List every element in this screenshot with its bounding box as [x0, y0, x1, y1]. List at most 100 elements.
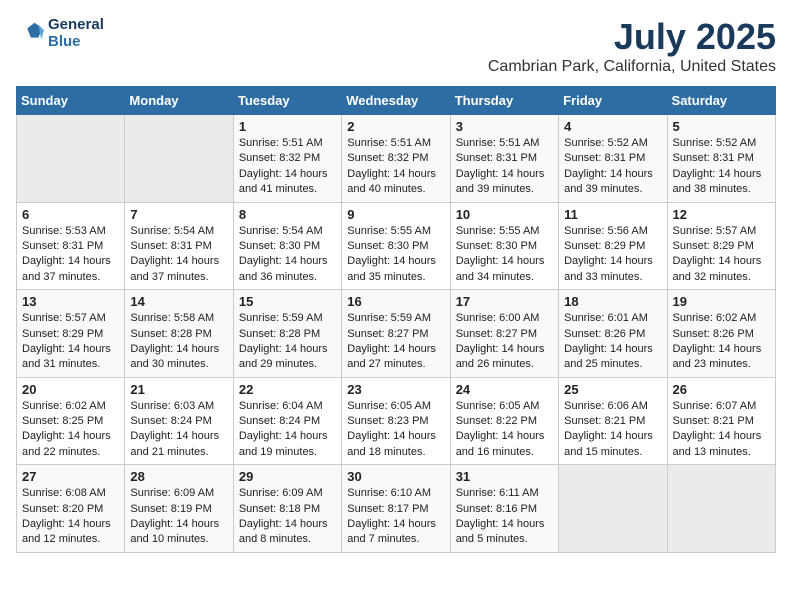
day-number: 31	[456, 469, 553, 484]
day-info: Sunrise: 5:53 AM Sunset: 8:31 PM Dayligh…	[22, 224, 119, 286]
calendar-cell: 18Sunrise: 6:01 AM Sunset: 8:26 PM Dayli…	[559, 290, 667, 378]
day-info: Sunrise: 6:04 AM Sunset: 8:24 PM Dayligh…	[239, 399, 336, 461]
day-info: Sunrise: 6:01 AM Sunset: 8:26 PM Dayligh…	[564, 311, 661, 373]
day-number: 26	[673, 382, 770, 397]
day-info: Sunrise: 5:51 AM Sunset: 8:32 PM Dayligh…	[347, 136, 444, 198]
calendar-cell: 14Sunrise: 5:58 AM Sunset: 8:28 PM Dayli…	[125, 290, 233, 378]
calendar-cell: 23Sunrise: 6:05 AM Sunset: 8:23 PM Dayli…	[342, 377, 450, 465]
calendar-week-row: 20 Sunrise: 6:02 AM Sunset: 8:25 PM Dayli…	[17, 377, 776, 465]
header: General Blue July 2025 Cambrian Park, Ca…	[16, 16, 776, 76]
day-number: 23	[347, 382, 444, 397]
day-number: 9	[347, 207, 444, 222]
calendar-cell: 28 Sunrise: 6:09 AM Sunset: 8:19 PM Dayli…	[125, 465, 233, 553]
day-info: Sunrise: 6:06 AM Sunset: 8:21 PM Dayligh…	[564, 399, 661, 461]
weekday-header: Sunday	[17, 87, 125, 115]
calendar-cell	[125, 115, 233, 203]
day-number: 5	[673, 119, 770, 134]
day-info: Sunrise: 6:05 AM Sunset: 8:22 PM Dayligh…	[456, 399, 553, 461]
calendar-cell: 4 Sunrise: 5:52 AM Sunset: 8:31 PM Daylig…	[559, 115, 667, 203]
weekday-header: Friday	[559, 87, 667, 115]
day-number: 21	[130, 382, 227, 397]
day-number: 16	[347, 294, 444, 309]
calendar-header: SundayMondayTuesdayWednesdayThursdayFrid…	[17, 87, 776, 115]
logo: General Blue	[16, 16, 104, 50]
day-number: 19	[673, 294, 770, 309]
calendar-cell: 8 Sunrise: 5:54 AM Sunset: 8:30 PM Daylig…	[233, 202, 341, 290]
day-number: 22	[239, 382, 336, 397]
day-number: 29	[239, 469, 336, 484]
calendar-cell: 30 Sunrise: 6:10 AM Sunset: 8:17 PM Dayli…	[342, 465, 450, 553]
calendar-cell: 3 Sunrise: 5:51 AM Sunset: 8:31 PM Daylig…	[450, 115, 558, 203]
weekday-header: Wednesday	[342, 87, 450, 115]
calendar-cell: 19 Sunrise: 6:02 AM Sunset: 8:26 PM Dayli…	[667, 290, 775, 378]
day-number: 3	[456, 119, 553, 134]
calendar-cell: 29Sunrise: 6:09 AM Sunset: 8:18 PM Dayli…	[233, 465, 341, 553]
day-number: 10	[456, 207, 553, 222]
title-area: July 2025 Cambrian Park, California, Uni…	[488, 16, 776, 76]
day-info: Sunrise: 6:07 AM Sunset: 8:21 PM Dayligh…	[673, 399, 770, 461]
calendar-cell: 16 Sunrise: 5:59 AM Sunset: 8:27 PM Dayli…	[342, 290, 450, 378]
day-number: 11	[564, 207, 661, 222]
weekday-header: Monday	[125, 87, 233, 115]
calendar-table: SundayMondayTuesdayWednesdayThursdayFrid…	[16, 86, 776, 553]
day-number: 27	[22, 469, 119, 484]
calendar-week-row: 6 Sunrise: 5:53 AM Sunset: 8:31 PM Daylig…	[17, 202, 776, 290]
calendar-cell: 31Sunrise: 6:11 AM Sunset: 8:16 PM Dayli…	[450, 465, 558, 553]
logo-icon	[16, 19, 44, 47]
calendar-cell: 26 Sunrise: 6:07 AM Sunset: 8:21 PM Dayli…	[667, 377, 775, 465]
day-info: Sunrise: 6:00 AM Sunset: 8:27 PM Dayligh…	[456, 311, 553, 373]
day-info: Sunrise: 6:10 AM Sunset: 8:17 PM Dayligh…	[347, 486, 444, 548]
day-info: Sunrise: 6:02 AM Sunset: 8:26 PM Dayligh…	[673, 311, 770, 373]
day-info: Sunrise: 5:56 AM Sunset: 8:29 PM Dayligh…	[564, 224, 661, 286]
calendar-body: 1Sunrise: 5:51 AM Sunset: 8:32 PM Daylig…	[17, 115, 776, 553]
day-info: Sunrise: 5:59 AM Sunset: 8:28 PM Dayligh…	[239, 311, 336, 373]
day-number: 30	[347, 469, 444, 484]
month-title: July 2025	[488, 16, 776, 58]
day-info: Sunrise: 5:54 AM Sunset: 8:31 PM Dayligh…	[130, 224, 227, 286]
day-number: 7	[130, 207, 227, 222]
day-info: Sunrise: 6:02 AM Sunset: 8:25 PM Dayligh…	[22, 399, 119, 461]
weekday-header: Saturday	[667, 87, 775, 115]
weekday-header: Thursday	[450, 87, 558, 115]
calendar-cell: 2 Sunrise: 5:51 AM Sunset: 8:32 PM Daylig…	[342, 115, 450, 203]
weekday-row: SundayMondayTuesdayWednesdayThursdayFrid…	[17, 87, 776, 115]
day-info: Sunrise: 5:55 AM Sunset: 8:30 PM Dayligh…	[456, 224, 553, 286]
day-number: 13	[22, 294, 119, 309]
calendar-cell	[17, 115, 125, 203]
calendar-week-row: 27 Sunrise: 6:08 AM Sunset: 8:20 PM Dayli…	[17, 465, 776, 553]
day-info: Sunrise: 5:52 AM Sunset: 8:31 PM Dayligh…	[673, 136, 770, 198]
calendar-cell: 5 Sunrise: 5:52 AM Sunset: 8:31 PM Daylig…	[667, 115, 775, 203]
weekday-header: Tuesday	[233, 87, 341, 115]
calendar-cell	[667, 465, 775, 553]
day-info: Sunrise: 5:51 AM Sunset: 8:31 PM Dayligh…	[456, 136, 553, 198]
day-info: Sunrise: 5:59 AM Sunset: 8:27 PM Dayligh…	[347, 311, 444, 373]
calendar-cell: 1Sunrise: 5:51 AM Sunset: 8:32 PM Daylig…	[233, 115, 341, 203]
calendar-cell: 13Sunrise: 5:57 AM Sunset: 8:29 PM Dayli…	[17, 290, 125, 378]
location-title: Cambrian Park, California, United States	[488, 58, 776, 76]
calendar-cell: 7 Sunrise: 5:54 AM Sunset: 8:31 PM Daylig…	[125, 202, 233, 290]
day-info: Sunrise: 5:54 AM Sunset: 8:30 PM Dayligh…	[239, 224, 336, 286]
day-number: 20	[22, 382, 119, 397]
day-info: Sunrise: 5:51 AM Sunset: 8:32 PM Dayligh…	[239, 136, 336, 198]
day-number: 28	[130, 469, 227, 484]
day-number: 8	[239, 207, 336, 222]
day-info: Sunrise: 6:09 AM Sunset: 8:19 PM Dayligh…	[130, 486, 227, 548]
calendar-week-row: 1Sunrise: 5:51 AM Sunset: 8:32 PM Daylig…	[17, 115, 776, 203]
day-number: 6	[22, 207, 119, 222]
day-number: 4	[564, 119, 661, 134]
day-number: 12	[673, 207, 770, 222]
calendar-cell: 21Sunrise: 6:03 AM Sunset: 8:24 PM Dayli…	[125, 377, 233, 465]
calendar-cell: 25Sunrise: 6:06 AM Sunset: 8:21 PM Dayli…	[559, 377, 667, 465]
calendar-cell: 12Sunrise: 5:57 AM Sunset: 8:29 PM Dayli…	[667, 202, 775, 290]
calendar-cell: 9 Sunrise: 5:55 AM Sunset: 8:30 PM Daylig…	[342, 202, 450, 290]
day-info: Sunrise: 5:55 AM Sunset: 8:30 PM Dayligh…	[347, 224, 444, 286]
calendar-cell: 6 Sunrise: 5:53 AM Sunset: 8:31 PM Daylig…	[17, 202, 125, 290]
day-info: Sunrise: 6:08 AM Sunset: 8:20 PM Dayligh…	[22, 486, 119, 548]
calendar-cell	[559, 465, 667, 553]
calendar-cell: 11 Sunrise: 5:56 AM Sunset: 8:29 PM Dayli…	[559, 202, 667, 290]
day-info: Sunrise: 5:52 AM Sunset: 8:31 PM Dayligh…	[564, 136, 661, 198]
calendar-cell: 15 Sunrise: 5:59 AM Sunset: 8:28 PM Dayli…	[233, 290, 341, 378]
day-number: 2	[347, 119, 444, 134]
day-number: 24	[456, 382, 553, 397]
day-number: 15	[239, 294, 336, 309]
